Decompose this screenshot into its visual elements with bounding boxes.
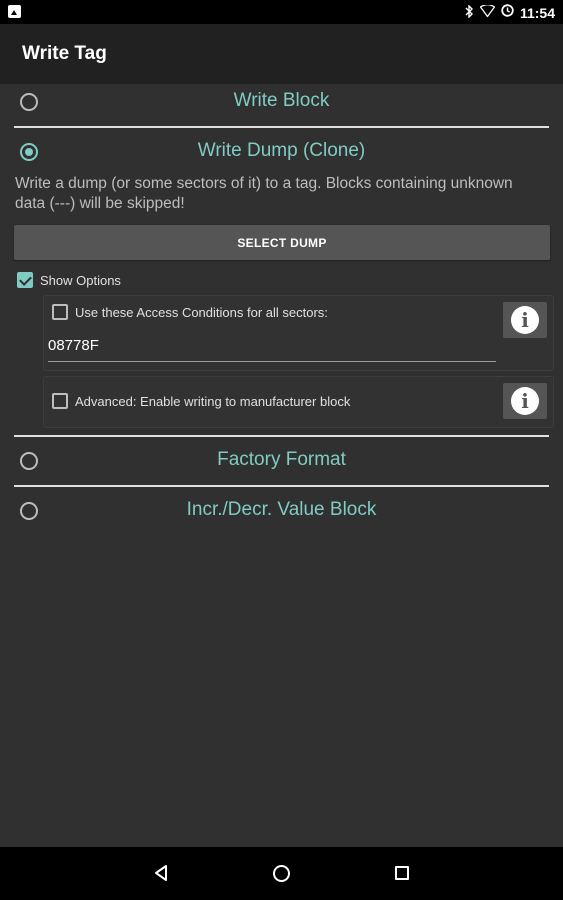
- section-factory-format[interactable]: Factory Format: [14, 442, 549, 482]
- bluetooth-icon: [465, 3, 474, 21]
- page-title: Write Tag: [22, 43, 107, 64]
- alarm-icon: [501, 4, 514, 21]
- access-conditions-checkbox[interactable]: [52, 304, 68, 320]
- write-dump-label: Write Dump (Clone): [197, 140, 366, 161]
- divider: [14, 126, 549, 128]
- recents-icon[interactable]: [395, 866, 409, 880]
- info-icon: i: [511, 387, 539, 415]
- status-time: 11:54: [519, 4, 555, 21]
- section-write-block[interactable]: Write Block: [14, 83, 549, 123]
- navigation-bar: [0, 847, 563, 900]
- show-options-label: Show Options: [40, 273, 121, 288]
- write-block-label: Write Block: [233, 90, 330, 111]
- show-options-checkbox[interactable]: [17, 272, 33, 288]
- access-conditions-input[interactable]: 08778F: [48, 337, 496, 362]
- back-icon[interactable]: [150, 861, 174, 885]
- image-icon: [8, 5, 21, 18]
- access-conditions-label: Use these Access Conditions for all sect…: [75, 305, 328, 320]
- access-conditions-info-button[interactable]: i: [503, 302, 547, 338]
- divider: [14, 435, 549, 437]
- write-dump-description: Write a dump (or some sectors of it) to …: [15, 175, 513, 212]
- app-toolbar: Write Tag: [0, 24, 563, 84]
- advanced-label: Advanced: Enable writing to manufacturer…: [75, 394, 351, 409]
- value-block-label: Incr./Decr. Value Block: [186, 499, 377, 520]
- divider: [14, 485, 549, 487]
- advanced-info-button[interactable]: i: [503, 383, 547, 419]
- advanced-checkbox[interactable]: [52, 393, 68, 409]
- factory-format-label: Factory Format: [217, 449, 346, 470]
- home-icon[interactable]: [273, 865, 290, 882]
- status-icons: 11:54: [465, 3, 555, 21]
- section-write-dump[interactable]: Write Dump (Clone): [14, 133, 549, 173]
- info-icon: i: [511, 306, 539, 334]
- status-bar: 11:54: [0, 0, 563, 24]
- select-dump-button[interactable]: SELECT DUMP: [14, 225, 550, 260]
- section-value-block[interactable]: Incr./Decr. Value Block: [14, 492, 549, 532]
- wifi-icon: [479, 3, 496, 21]
